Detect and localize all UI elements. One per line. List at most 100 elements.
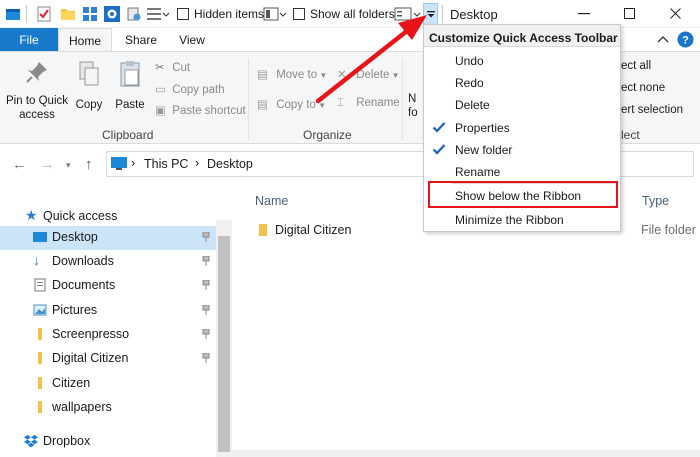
properties-icon[interactable] <box>36 6 52 22</box>
breadcrumb-separator: › <box>195 156 200 170</box>
chevron-down-icon[interactable] <box>162 6 170 22</box>
sidebar-item-citizen[interactable]: Citizen <box>0 372 216 396</box>
select-all-button[interactable]: ect all <box>621 60 651 72</box>
tab-home[interactable]: Home <box>58 28 112 52</box>
menu-item-rename[interactable]: Rename <box>455 165 500 179</box>
close-button[interactable] <box>653 0 699 28</box>
organize-group-label: Organize <box>303 128 352 142</box>
delete-button[interactable]: ✕ Delete ▼ <box>337 67 400 81</box>
folder-icon <box>38 352 42 364</box>
group-separator <box>248 58 249 140</box>
details-pane-icon[interactable] <box>263 6 279 22</box>
list-view-icon[interactable] <box>146 6 162 22</box>
sidebar-item-label: wallpapers <box>52 400 112 414</box>
pin-icon <box>202 280 210 290</box>
move-to-icon: ▤ <box>257 69 268 81</box>
sidebar-item-screenpresso[interactable]: Screenpresso <box>0 323 216 347</box>
pin-icon <box>202 305 210 315</box>
close-icon <box>670 8 681 19</box>
pin-to-quick-access-button[interactable]: Pin to Quick access <box>4 60 70 122</box>
sidebar-item-label: Downloads <box>52 254 114 268</box>
sidebar-item-label: Screenpresso <box>52 327 130 341</box>
sidebar-item-documents[interactable]: Documents <box>0 274 216 298</box>
gear-icon[interactable] <box>104 6 120 22</box>
window-title: Desktop <box>450 7 498 22</box>
sidebar-item-label: Desktop <box>52 230 98 244</box>
menu-item-undo[interactable]: Undo <box>455 54 484 68</box>
hidden-items-checkbox[interactable] <box>177 8 189 20</box>
new-folder-icon[interactable] <box>60 6 76 22</box>
pin-icon <box>202 256 210 266</box>
chevron-down-icon[interactable] <box>413 6 421 22</box>
sidebar-item-label: Quick access <box>43 209 118 223</box>
pin-label-line2: access <box>19 109 55 121</box>
sidebar-item-downloads[interactable]: ↓ Downloads <box>0 250 216 274</box>
folder-icon <box>38 328 42 340</box>
sidebar-scrollbar-thumb[interactable] <box>218 236 230 452</box>
select-none-button[interactable]: ect none <box>621 82 665 94</box>
group-separator <box>402 58 403 140</box>
rename-button[interactable]: ⌶ Rename <box>337 97 400 110</box>
menu-item-new-folder[interactable]: New folder <box>455 143 512 157</box>
copy-path-icon: ▭ <box>155 84 166 96</box>
copy-path-button[interactable]: ▭ Copy path <box>155 82 225 96</box>
menu-title: Customize Quick Access Toolbar <box>429 31 618 45</box>
pin-icon <box>202 232 210 242</box>
cut-button[interactable]: ✂ Cut <box>155 60 190 74</box>
checkmark-icon <box>432 144 446 155</box>
tab-file[interactable]: File <box>0 28 58 52</box>
paste-shortcut-button[interactable]: ▣ Paste shortcut <box>155 103 246 117</box>
chevron-down-icon[interactable] <box>279 6 287 22</box>
up-arrow-icon[interactable]: ↑ <box>85 156 93 173</box>
column-header-name[interactable]: Name <box>255 194 288 208</box>
sidebar-item-dropbox[interactable]: Dropbox <box>0 430 216 454</box>
horizontal-scrollbar[interactable] <box>232 450 700 457</box>
tab-view[interactable]: View <box>170 28 214 52</box>
menu-item-delete[interactable]: Delete <box>455 98 490 112</box>
menu-item-redo[interactable]: Redo <box>455 76 484 90</box>
column-header-type[interactable]: Type <box>642 194 669 208</box>
show-all-folders-label[interactable]: Show all folders <box>310 7 395 21</box>
paste-label: Paste <box>115 99 145 111</box>
view-tiles-icon[interactable] <box>82 6 98 22</box>
paste-icon <box>120 61 140 87</box>
forward-arrow-icon[interactable]: → <box>40 156 55 173</box>
expand-ribbon-icon[interactable] <box>657 35 669 45</box>
tab-share[interactable]: Share <box>118 28 164 52</box>
menu-item-minimize-ribbon[interactable]: Minimize the Ribbon <box>455 213 564 227</box>
folder-icon <box>38 377 42 389</box>
sidebar-item-pictures[interactable]: Pictures <box>0 299 216 323</box>
move-to-button[interactable]: ▤ Move to ▼ <box>257 67 327 81</box>
sidebar-item-label: Dropbox <box>43 434 91 448</box>
rename-label: Rename <box>356 97 400 109</box>
copy-to-button[interactable]: ▤ Copy to ▼ <box>257 97 326 111</box>
navigation-pane: ★ Quick access Desktop ↓ Downloads Docum… <box>0 184 232 457</box>
help-icon[interactable]: ? <box>677 31 694 48</box>
folder-icon <box>38 401 42 413</box>
file-name: Digital Citizen <box>275 223 352 237</box>
invert-selection-button[interactable]: ert selection <box>621 104 683 116</box>
clipboard-group-label: Clipboard <box>102 128 154 142</box>
copy-button[interactable]: Copy <box>72 60 106 112</box>
hidden-items-label[interactable]: Hidden items <box>194 7 264 21</box>
breadcrumb-desktop[interactable]: Desktop <box>207 157 253 171</box>
paste-button[interactable]: Paste <box>112 60 148 112</box>
file-type: File folder <box>641 223 696 237</box>
sidebar-item-desktop[interactable]: Desktop <box>0 226 216 250</box>
breadcrumb-this-pc[interactable]: This PC <box>144 157 188 171</box>
file-explorer-icon[interactable] <box>5 6 21 22</box>
pictures-icon <box>33 304 47 316</box>
select-group-label: lect <box>621 128 640 142</box>
chevron-down-icon: ▼ <box>317 71 328 80</box>
sidebar-item-wallpapers[interactable]: wallpapers <box>0 396 216 420</box>
show-all-folders-checkbox[interactable] <box>293 8 305 20</box>
recent-locations-icon[interactable]: ▾ <box>66 160 71 171</box>
menu-item-properties[interactable]: Properties <box>455 121 510 135</box>
delete-icon: ✕ <box>337 69 347 81</box>
back-arrow-icon[interactable]: ← <box>12 156 27 173</box>
customize-toolbar-button[interactable] <box>423 3 438 25</box>
copy-to-icon: ▤ <box>257 99 268 111</box>
options-icon[interactable] <box>126 6 142 22</box>
sidebar-item-digital-citizen[interactable]: Digital Citizen <box>0 347 216 371</box>
nav-pane-icon[interactable] <box>394 6 412 22</box>
